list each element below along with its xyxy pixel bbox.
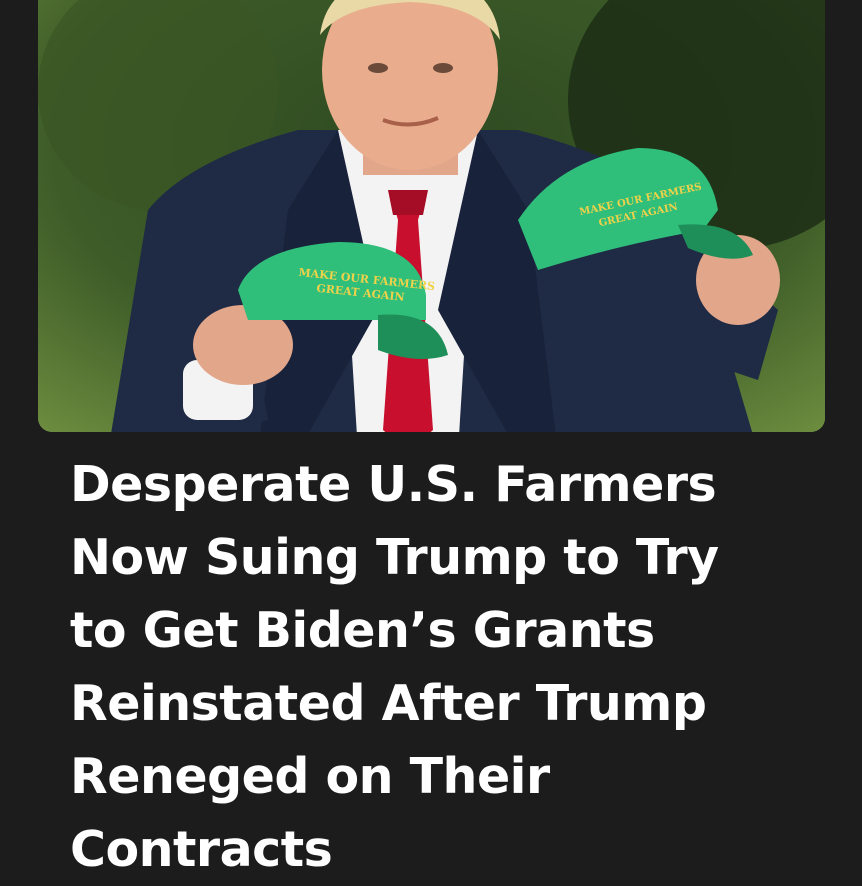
headline-line-3: to Get Biden’s Grants [70,602,655,659]
headline-line-4: Reinstated After Trump [70,675,707,732]
man-holding-hats-illustration: MAKE OUR FARMERS GREAT AGAIN MAKE OUR FA… [38,0,825,432]
article-headline[interactable]: Desperate U.S. Farmers Now Suing Trump t… [70,448,830,886]
headline-line-2: Now Suing Trump to Try [70,529,719,586]
news-card[interactable]: MAKE OUR FARMERS GREAT AGAIN MAKE OUR FA… [0,0,862,878]
headline-line-1: Desperate U.S. Farmers [70,456,717,513]
headline-line-5: Reneged on Their [70,748,550,805]
headline-line-6: Contracts [70,821,333,878]
article-photo[interactable]: MAKE OUR FARMERS GREAT AGAIN MAKE OUR FA… [38,0,825,432]
